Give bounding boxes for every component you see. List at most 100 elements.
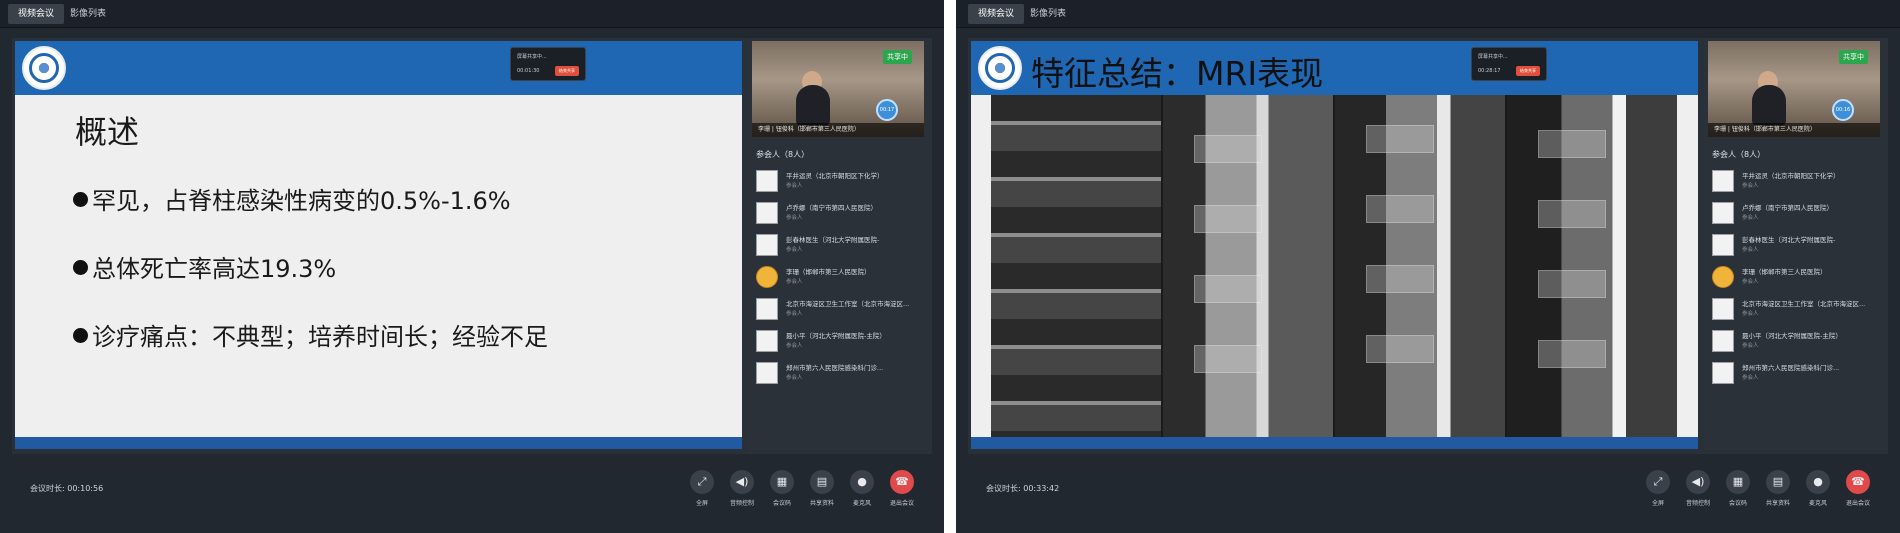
avatar xyxy=(1712,202,1734,224)
document-icon: ▤ xyxy=(1766,470,1790,494)
participant-role: 参会人 xyxy=(786,247,803,253)
participant-item[interactable]: 平井运灵（北京市朝阳区下化学） 参会人 xyxy=(756,168,926,198)
share-popup-title: 屏幕共享中... xyxy=(1478,54,1508,60)
vertebra-shape xyxy=(1537,340,1606,368)
participant-role: 参会人 xyxy=(786,215,803,221)
participant-item[interactable]: 聂小平（河北大学附属医院-主院） 参会人 xyxy=(1712,328,1882,358)
vertebra-shape xyxy=(1193,205,1262,233)
fullscreen-button[interactable]: ⤢ 全屏 xyxy=(686,470,718,516)
slide-footer-bar xyxy=(971,437,1698,449)
tab-video-meeting[interactable]: 视频会议 xyxy=(8,4,65,24)
participant-role: 参会人 xyxy=(1742,343,1759,349)
control-bar: 会议时长: 00:33:42 ⤢ 全屏 ◀) 音频控制 ▦ 会议码 ▤ 共享资料 ● 麦克… xyxy=(956,460,1900,533)
participant-item[interactable]: 郑州市第六人民医院感染科门诊... 参会人 xyxy=(1712,360,1882,390)
participant-item[interactable]: 北京市海淀区卫生工作室（北京市海淀区... 参会人 xyxy=(756,296,926,326)
avatar xyxy=(756,330,778,352)
participant-role: 参会人 xyxy=(1742,247,1759,253)
bullet-dot xyxy=(73,192,88,207)
vertebra-shape xyxy=(1365,265,1434,293)
participant-name: 北京市海淀区卫生工作室（北京市海淀区... xyxy=(786,300,910,308)
participant-item[interactable]: 彭春林医生（河北大学附属医院- 参会人 xyxy=(756,232,926,262)
leave-meeting-button[interactable]: ☎ 退出会议 xyxy=(886,470,918,516)
speaker-icon: ◀) xyxy=(1686,470,1710,494)
avatar xyxy=(756,202,778,224)
audio-control-button[interactable]: ◀) 音频控制 xyxy=(1682,470,1714,516)
participant-role: 参会人 xyxy=(786,183,803,189)
meeting-code-button[interactable]: ▦ 会议码 xyxy=(766,470,798,516)
meeting-window-left: 视频会议 影像列表 屏幕共享中... 00:01:30 结束共享 概述 罕见，占… xyxy=(0,0,944,533)
microphone-button[interactable]: ● 麦克风 xyxy=(846,470,878,516)
vertebra-shape xyxy=(1537,130,1606,158)
participant-name: 聂小平（河北大学附属医院-主院） xyxy=(1742,332,1842,340)
participant-item[interactable]: 北京市海淀区卫生工作室（北京市海淀区... 参会人 xyxy=(1712,296,1882,326)
screen-share-popup: 屏幕共享中... 00:01:30 结束共享 xyxy=(510,47,586,81)
participant-item[interactable]: 彭春林医生（河北大学附属医院- 参会人 xyxy=(1712,232,1882,262)
participant-name: 郑州市第六人民医院感染科门诊... xyxy=(786,364,884,372)
stop-share-button[interactable]: 结束共享 xyxy=(1516,66,1540,76)
speaker-video[interactable]: 共享中 00:16 李珊 | 钮俊科（邯郸市第三人民医院） xyxy=(1708,41,1880,137)
participant-name: 卢乔娜（南宁市第四人民医院） xyxy=(1742,204,1833,212)
vertebra-shape xyxy=(1537,270,1606,298)
shared-content-area: 特征总结：MRI表现 屏幕共享中... 00:28:17 结束共享 共享中 00… xyxy=(968,38,1888,454)
share-materials-button[interactable]: ▤ 共享资料 xyxy=(806,470,838,516)
mri-image-panel xyxy=(991,95,1677,437)
slide-title: 概述 xyxy=(75,113,140,151)
participant-item[interactable]: 李珊（邯郸市第三人民医院） 参会人 xyxy=(1712,264,1882,294)
audio-control-button[interactable]: ◀) 音频控制 xyxy=(726,470,758,516)
avatar xyxy=(1712,170,1734,192)
participant-item[interactable]: 李珊（邯郸市第三人民医院） 参会人 xyxy=(756,264,926,294)
slide-footer-bar xyxy=(15,437,742,449)
slide-bullet: 总体死亡率高达19.3% xyxy=(73,249,336,284)
participants-title: 参会人（8人） xyxy=(1712,150,1766,159)
slide-header-bar: 屏幕共享中... 00:01:30 结束共享 xyxy=(15,41,742,95)
participant-item[interactable]: 卢乔娜（南宁市第四人民医院） 参会人 xyxy=(756,200,926,230)
participant-item[interactable]: 平井运灵（北京市朝阳区下化学） 参会人 xyxy=(1712,168,1882,198)
vertebra-shape xyxy=(1365,195,1434,223)
avatar xyxy=(1712,362,1734,384)
ct-sagittal-image xyxy=(991,95,1161,437)
tab-image-list[interactable]: 影像列表 xyxy=(60,4,116,24)
participant-item[interactable]: 卢乔娜（南宁市第四人民医院） 参会人 xyxy=(1712,200,1882,230)
qr-code-icon: ▦ xyxy=(1726,470,1750,494)
participant-sidebar: 共享中 00:16 李珊 | 钮俊科（邯郸市第三人民医院） 参会人（8人） 平井… xyxy=(1704,38,1888,454)
tab-video-meeting[interactable]: 视频会议 xyxy=(968,4,1025,24)
participant-role: 参会人 xyxy=(786,279,803,285)
participant-role: 参会人 xyxy=(1742,311,1759,317)
share-materials-button[interactable]: ▤ 共享资料 xyxy=(1762,470,1794,516)
fullscreen-button[interactable]: ⤢ 全屏 xyxy=(1642,470,1674,516)
tab-image-list[interactable]: 影像列表 xyxy=(1020,4,1076,24)
vertebra-shape xyxy=(1365,125,1434,153)
participant-item[interactable]: 郑州市第六人民医院感染科门诊... 参会人 xyxy=(756,360,926,390)
speaker-video[interactable]: 共享中 00:17 李珊 | 钮俊科（邯郸市第三人民医院） xyxy=(752,41,924,137)
participant-role: 参会人 xyxy=(1742,279,1759,285)
avatar xyxy=(1712,234,1734,256)
screen-share-popup: 屏幕共享中... 00:28:17 结束共享 xyxy=(1471,47,1547,81)
avatar xyxy=(756,298,778,320)
shared-slide: 屏幕共享中... 00:01:30 结束共享 概述 罕见，占脊柱感染性病变的0.… xyxy=(15,41,742,449)
speaker-name: 李珊 | 钮俊科（邯郸市第三人民医院） xyxy=(752,123,924,137)
hospital-logo xyxy=(22,46,66,90)
avatar xyxy=(756,362,778,384)
vertebra-shape xyxy=(1193,345,1262,373)
participant-item[interactable]: 聂小平（河北大学附属医院-主院） 参会人 xyxy=(756,328,926,358)
participant-name: 聂小平（河北大学附属医院-主院） xyxy=(786,332,886,340)
microphone-button[interactable]: ● 麦克风 xyxy=(1802,470,1834,516)
leave-meeting-button[interactable]: ☎ 退出会议 xyxy=(1842,470,1874,516)
hang-up-icon: ☎ xyxy=(890,470,914,494)
shared-slide: 特征总结：MRI表现 屏幕共享中... 00:28:17 结束共享 xyxy=(971,41,1698,449)
speaker-name: 李珊 | 钮俊科（邯郸市第三人民医院） xyxy=(1708,123,1880,137)
participants-title: 参会人（8人） xyxy=(756,150,810,159)
slide-header-bar: 特征总结：MRI表现 屏幕共享中... 00:28:17 结束共享 xyxy=(971,41,1698,95)
meeting-code-button[interactable]: ▦ 会议码 xyxy=(1722,470,1754,516)
stop-share-button[interactable]: 结束共享 xyxy=(555,66,579,76)
meeting-duration: 会议时长: 00:10:56 xyxy=(30,484,104,493)
participant-role: 参会人 xyxy=(1742,375,1759,381)
mri-stir-image xyxy=(1507,95,1677,437)
share-popup-time: 00:28:17 xyxy=(1478,68,1501,74)
control-bar: 会议时长: 00:10:56 ⤢ 全屏 ◀) 音频控制 ▦ 会议码 ▤ 共享资料 ● 麦克… xyxy=(0,460,944,533)
fullscreen-icon: ⤢ xyxy=(1646,470,1670,494)
participant-name: 平井运灵（北京市朝阳区下化学） xyxy=(1742,172,1840,180)
participant-role: 参会人 xyxy=(1742,215,1759,221)
participant-name: 北京市海淀区卫生工作室（北京市海淀区... xyxy=(1742,300,1866,308)
participant-role: 参会人 xyxy=(786,311,803,317)
